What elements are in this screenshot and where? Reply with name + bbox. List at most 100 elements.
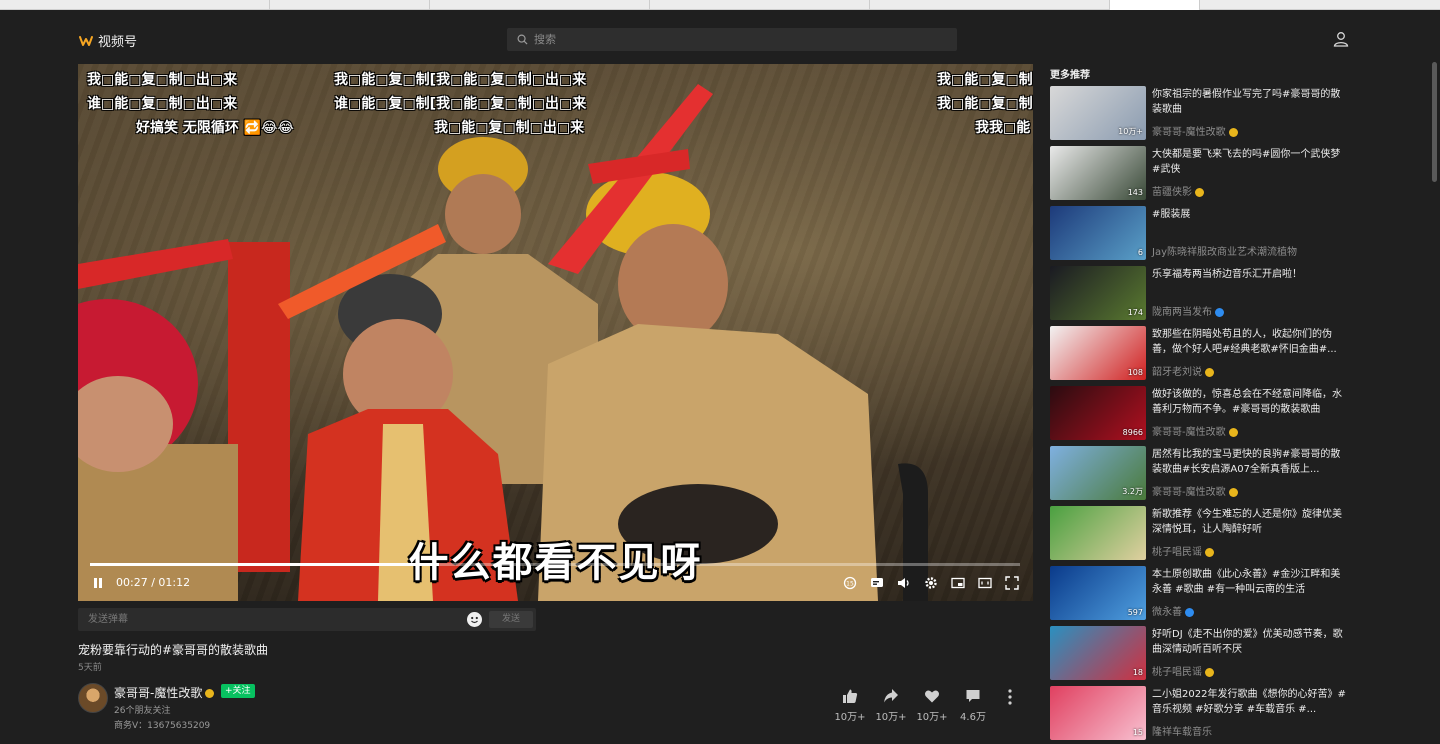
- recommendation-author-row[interactable]: 豪哥哥-魔性改歌: [1152, 123, 1238, 138]
- recommendation-title[interactable]: #服装展: [1152, 207, 1348, 222]
- browser-tab[interactable]: [80, 0, 270, 10]
- video-progress-fill: [90, 563, 439, 566]
- recommendation-item[interactable]: 3.2万 居然有比我的宝马更快的良驹#豪哥哥的散装歌曲#长安启源A07全新真香版上…: [1050, 446, 1350, 502]
- recommendation-title[interactable]: 居然有比我的宝马更快的良驹#豪哥哥的散装歌曲#长安启源A07全新真香版上...: [1152, 447, 1348, 477]
- overlay-text-center-3: 我□能□复□制□出□来: [434, 120, 585, 136]
- danmaku-toggle-button[interactable]: [869, 575, 885, 591]
- recommendation-like-count: 174: [1127, 308, 1143, 317]
- volume-button[interactable]: [896, 575, 912, 591]
- danmaku-input[interactable]: [78, 608, 458, 631]
- recommendation-thumbnail[interactable]: [1050, 506, 1146, 560]
- widescreen-icon: [978, 577, 992, 589]
- recommendation-item[interactable]: 143 大侠都是要飞来飞去的吗#圆你一个武侠梦#武侠苗疆侠影: [1050, 146, 1350, 202]
- comment-button[interactable]: 4.6万: [953, 688, 993, 723]
- author-name[interactable]: 豪哥哥-魔性改歌: [114, 686, 202, 700]
- recommendation-title[interactable]: 大侠都是要飞来飞去的吗#圆你一个武侠梦#武侠: [1152, 147, 1348, 177]
- recommendation-author[interactable]: 韶牙老刘说: [1152, 367, 1202, 378]
- recommendation-author[interactable]: 豪哥哥-魔性改歌: [1152, 427, 1226, 438]
- recommendation-author-row[interactable]: 桃子唱民谣: [1152, 543, 1214, 558]
- verified-badge-icon: [1185, 607, 1194, 617]
- recommendation-author-row[interactable]: 桃子唱民谣: [1152, 663, 1214, 678]
- page-scrollbar[interactable]: [1432, 62, 1437, 182]
- share-button[interactable]: 10万+: [871, 688, 911, 723]
- fullscreen-button[interactable]: [1004, 575, 1020, 591]
- recommendation-thumbnail[interactable]: 597: [1050, 566, 1146, 620]
- recommendation-title[interactable]: 乐享福寿两当桥边音乐汇开启啦！: [1152, 267, 1348, 282]
- recommendation-author-row[interactable]: 微永善: [1152, 603, 1194, 618]
- recommendation-item[interactable]: 新歌推荐《今生难忘的人还是你》旋律优美深情悦耳，让人陶醉好听桃子唱民谣: [1050, 506, 1350, 562]
- recommendation-title[interactable]: 致那些在阴暗处苟且的人，收起你们的伪善，做个好人吧#经典老歌#怀旧金曲#...: [1152, 327, 1348, 357]
- recommendation-title[interactable]: 好听DJ《走不出你的爱》优美动感节奏，歌曲深情动听百听不厌: [1152, 627, 1348, 657]
- recommendation-author-row[interactable]: 豪哥哥-魔性改歌: [1152, 423, 1238, 438]
- author-avatar[interactable]: [78, 683, 108, 713]
- widescreen-button[interactable]: [977, 575, 993, 591]
- recommendation-author-row[interactable]: 陇南两当发布: [1152, 303, 1224, 318]
- recommendation-like-count: 3.2万: [1122, 487, 1143, 496]
- recommendation-thumbnail[interactable]: 174: [1050, 266, 1146, 320]
- browser-tab[interactable]: [430, 0, 650, 10]
- browser-tab[interactable]: [270, 0, 430, 10]
- recommendation-item[interactable]: 18 好听DJ《走不出你的爱》优美动感节奏，歌曲深情动听百听不厌桃子唱民谣: [1050, 626, 1350, 682]
- recommendation-thumbnail[interactable]: 108: [1050, 326, 1146, 380]
- favorite-button[interactable]: 10万+: [912, 688, 952, 723]
- recommendation-author[interactable]: 桃子唱民谣: [1152, 547, 1202, 558]
- browser-tab-strip: [0, 0, 1440, 10]
- recommendation-author-row[interactable]: 豪哥哥-魔性改歌: [1152, 483, 1238, 498]
- recommendation-item[interactable]: 8966 做好该做的，惊喜总会在不经意间降临，水善利万物而不争。#豪哥哥的散装歌曲…: [1050, 386, 1350, 442]
- recommendation-item[interactable]: 174 乐享福寿两当桥边音乐汇开启啦！ 陇南两当发布: [1050, 266, 1350, 322]
- recommendation-author-row[interactable]: Jay陈晓祥服改商业艺术潮流植物: [1152, 243, 1297, 258]
- recommendation-author-row[interactable]: 韶牙老刘说: [1152, 363, 1214, 378]
- recommendation-title[interactable]: 你家祖宗的暑假作业写完了吗#豪哥哥的散装歌曲: [1152, 87, 1348, 117]
- browser-tab[interactable]: [650, 0, 870, 10]
- recommendation-thumbnail[interactable]: 143: [1050, 146, 1146, 200]
- pause-button[interactable]: [90, 575, 106, 591]
- recommendation-item[interactable]: 108 致那些在阴暗处苟且的人，收起你们的伪善，做个好人吧#经典老歌#怀旧金曲#.…: [1050, 326, 1350, 382]
- browser-tab[interactable]: [870, 0, 1110, 10]
- recommendation-author-row[interactable]: 苗疆侠影: [1152, 183, 1204, 198]
- recommendation-title[interactable]: 二小姐2022年发行歌曲《想你的心好苦》#音乐视频 #好歌分享 #车载音乐 #.…: [1152, 687, 1348, 717]
- app-name: 视频号: [98, 35, 138, 50]
- recommendation-author[interactable]: 隆祥车载音乐: [1152, 727, 1212, 738]
- recommendation-thumbnail[interactable]: 3.2万: [1050, 446, 1146, 500]
- more-options-icon[interactable]: [1004, 688, 1016, 706]
- overlay-text-right-2: 我□能□复□制□出: [937, 96, 1033, 112]
- like-button[interactable]: 10万+: [830, 688, 870, 723]
- recommendation-author[interactable]: 微永善: [1152, 607, 1182, 618]
- recommendation-author-row[interactable]: 隆祥车载音乐: [1152, 723, 1212, 738]
- recommendation-author[interactable]: 苗疆侠影: [1152, 187, 1192, 198]
- recommendation-title[interactable]: 新歌推荐《今生难忘的人还是你》旋律优美深情悦耳，让人陶醉好听: [1152, 507, 1348, 537]
- replay-button[interactable]: 15: [842, 575, 858, 591]
- user-profile-icon[interactable]: [1333, 31, 1349, 47]
- recommendation-thumbnail[interactable]: 6: [1050, 206, 1146, 260]
- send-danmaku-button[interactable]: 发送: [489, 611, 533, 628]
- follow-button[interactable]: +关注: [221, 684, 255, 698]
- recommendation-thumbnail[interactable]: 18: [1050, 626, 1146, 680]
- search-input[interactable]: [534, 33, 934, 46]
- gear-icon: [925, 577, 937, 589]
- recommendation-item[interactable]: 15 二小姐2022年发行歌曲《想你的心好苦》#音乐视频 #好歌分享 #车载音乐 …: [1050, 686, 1350, 742]
- recommendation-author[interactable]: 陇南两当发布: [1152, 307, 1212, 318]
- recommendation-title[interactable]: 做好该做的，惊喜总会在不经意间降临，水善利万物而不争。#豪哥哥的散装歌曲: [1152, 387, 1348, 417]
- video-progress-bar[interactable]: [90, 563, 1020, 566]
- recommendation-thumbnail[interactable]: 8966: [1050, 386, 1146, 440]
- settings-button[interactable]: [923, 575, 939, 591]
- video-player[interactable]: 我□能□复□制□出□来 谁□能□复□制□出□来 好搞笑 无限循环 🔁😂😂 我□能…: [78, 64, 1033, 601]
- recommendation-item[interactable]: 6 #服装展 Jay陈晓祥服改商业艺术潮流植物: [1050, 206, 1350, 262]
- verified-badge-icon: [1205, 667, 1214, 677]
- app-logo[interactable]: 视频号: [79, 31, 137, 50]
- author-name-row[interactable]: 豪哥哥-魔性改歌: [114, 684, 215, 701]
- recommendation-item[interactable]: 597 本土原创歌曲《此心永善》#金沙江畔和美永善 #歌曲 #有一种叫云南的生活微…: [1050, 566, 1350, 622]
- recommendation-author[interactable]: 豪哥哥-魔性改歌: [1152, 487, 1226, 498]
- verified-badge-icon: [1195, 187, 1204, 197]
- recommendation-author[interactable]: 桃子唱民谣: [1152, 667, 1202, 678]
- recommendation-author[interactable]: Jay陈晓祥服改商业艺术潮流植物: [1152, 247, 1297, 258]
- browser-tab-active[interactable]: [1110, 0, 1200, 10]
- search-box[interactable]: [507, 28, 957, 51]
- recommendation-author[interactable]: 豪哥哥-魔性改歌: [1152, 127, 1226, 138]
- recommendation-item[interactable]: 10万+ 你家祖宗的暑假作业写完了吗#豪哥哥的散装歌曲豪哥哥-魔性改歌: [1050, 86, 1350, 142]
- recommendation-thumbnail[interactable]: 15: [1050, 686, 1146, 740]
- recommendation-title[interactable]: 本土原创歌曲《此心永善》#金沙江畔和美永善 #歌曲 #有一种叫云南的生活: [1152, 567, 1348, 597]
- recommendation-thumbnail[interactable]: 10万+: [1050, 86, 1146, 140]
- pip-button[interactable]: [950, 575, 966, 591]
- emoji-icon[interactable]: [467, 612, 482, 627]
